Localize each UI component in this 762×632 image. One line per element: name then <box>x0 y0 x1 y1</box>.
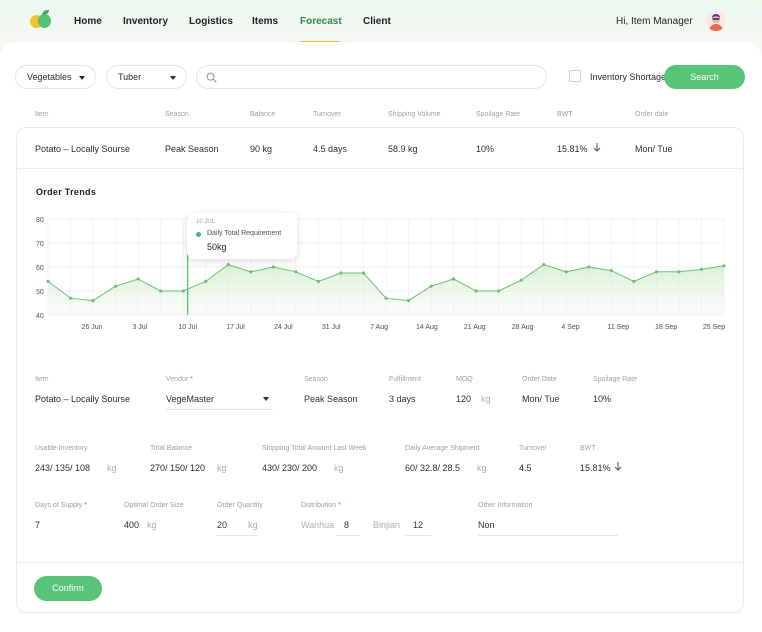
total-balance-unit: kg <box>217 463 227 473</box>
spoilage-rate-label: Spoilage Rate <box>593 376 637 383</box>
search-input[interactable] <box>223 70 533 84</box>
total-balance-label: Total Balance <box>150 445 193 452</box>
fulfillment-label: Fulfillment <box>389 376 421 383</box>
search-field[interactable] <box>196 65 547 89</box>
vendor-select-value[interactable]: VegeMaster <box>166 394 214 404</box>
distribution-binjian-input[interactable]: 12 <box>413 520 423 530</box>
item-value: Potato – Locally Sourse <box>35 394 131 404</box>
inventory-shortage-checkbox[interactable] <box>569 70 581 82</box>
nav-forecast[interactable]: Forecast <box>300 16 342 27</box>
total-balance-value: 270/ 150/ 120 <box>150 463 206 473</box>
app-logo[interactable] <box>30 10 52 30</box>
turnover-label: Turnover <box>519 445 547 452</box>
column-header-shipping-volume: Shipping Volume <box>388 111 441 118</box>
distribution-binjian-label: Binjian <box>373 520 401 530</box>
subcategory-select-value: Tuber <box>118 72 142 82</box>
nav-items[interactable]: Items <box>252 16 278 27</box>
column-header-turnover: Turnover <box>313 111 341 118</box>
search-icon <box>206 72 217 83</box>
usable-inventory-unit: kg <box>107 463 117 473</box>
spoilage-rate-value: 10% <box>593 394 612 404</box>
moq-unit: kg <box>481 394 491 404</box>
distribution-wanhua-label: Wanhua <box>301 520 335 530</box>
search-button[interactable]: Search <box>664 65 745 89</box>
days-of-supply-value: 7 <box>35 520 41 530</box>
bwt-label: BWT <box>580 445 596 452</box>
shipping-total-value: 430/ 230/ 200 <box>262 463 318 473</box>
chart-title: Order Trends <box>36 187 97 197</box>
row-spoilage-rate: 10% <box>476 144 495 154</box>
column-header-spoilage-rate: Spoilage Rate <box>476 111 520 118</box>
fulfillment-value: 3 days <box>389 394 416 404</box>
nav-logistics[interactable]: Logistics <box>189 16 233 27</box>
optimal-order-size-value: 400 <box>124 520 140 530</box>
chevron-down-icon <box>170 76 176 80</box>
usable-inventory-label: Usable Inventory <box>35 445 88 452</box>
distribution-binjian-field[interactable] <box>405 535 431 536</box>
chevron-down-icon <box>79 76 85 80</box>
order-quantity-field[interactable] <box>217 535 258 536</box>
order-date-value: Mon/ Tue <box>522 394 560 404</box>
row-item: Potato – Locally Sourse <box>35 144 131 154</box>
top-nav: Home Inventory Logistics Items Forecast … <box>0 0 762 44</box>
bwt-value: 15.81% <box>580 463 611 473</box>
distribution-label: Distribution * <box>301 502 341 509</box>
footer-divider <box>17 562 743 563</box>
row-turnover: 4.5 days <box>313 144 348 154</box>
other-information-field[interactable] <box>478 535 618 536</box>
distribution-wanhua-field[interactable] <box>336 535 360 536</box>
row-bwt: 15.81% <box>557 144 588 154</box>
shipping-total-unit: kg <box>334 463 344 473</box>
order-quantity-input[interactable]: 20 <box>217 520 227 530</box>
confirm-button[interactable]: Confirm <box>34 576 102 601</box>
daily-average-value: 60/ 32.8/ 28.5 <box>405 463 461 473</box>
chevron-down-icon[interactable] <box>263 397 269 401</box>
nav-home[interactable]: Home <box>74 16 102 27</box>
optimal-order-size-unit: kg <box>147 520 157 530</box>
row-order-date: Mon/ Tue <box>635 144 673 154</box>
order-date-label: Order Date <box>522 376 557 383</box>
other-information-label: Other Information <box>478 502 533 509</box>
user-greeting: Hi, Item Manager <box>616 16 693 27</box>
usable-inventory-value: 243/ 135/ 108 <box>35 463 91 473</box>
vendor-label: Vendor * <box>166 376 193 383</box>
subcategory-select[interactable]: Tuber <box>106 65 187 89</box>
order-quantity-label: Order Quantity <box>217 502 263 509</box>
turnover-value: 4.5 <box>519 463 532 473</box>
row-divider <box>17 168 743 169</box>
season-label: Season <box>304 376 328 383</box>
daily-average-label: Daily Average Shipment <box>405 445 480 452</box>
order-quantity-unit: kg <box>248 520 258 530</box>
row-shipping-volume: 58.9 kg <box>388 144 418 154</box>
expanded-item-card: Order Trends <box>16 127 744 613</box>
daily-average-unit: kg <box>477 463 487 473</box>
other-information-input[interactable]: Non <box>478 520 495 530</box>
column-header-balance: Balance <box>250 111 276 118</box>
user-avatar[interactable] <box>706 11 726 31</box>
category-select-value: Vegetables <box>27 72 72 82</box>
column-header-order-date: Order date <box>635 111 669 118</box>
inventory-shortage-label: Inventory Shortage <box>590 72 667 82</box>
row-balance: 90 kg <box>250 144 273 154</box>
category-select[interactable]: Vegetables <box>15 65 96 89</box>
vendor-select[interactable] <box>166 409 273 410</box>
row-season: Peak Season <box>165 144 219 154</box>
shipping-total-label: Shipping Total Amount Last Week <box>262 445 367 452</box>
days-of-supply-label: Days of Supply * <box>35 502 87 509</box>
moq-label: MOQ <box>456 376 473 383</box>
nav-client[interactable]: Client <box>363 16 391 27</box>
column-header-bwt: BWT <box>557 111 573 118</box>
logo-fruit-green <box>38 14 51 28</box>
optimal-order-size-label: Optimal Order Size <box>124 502 184 509</box>
item-label: Item <box>35 376 49 383</box>
moq-value: 120 <box>456 394 472 404</box>
column-header-season: Season <box>165 111 189 118</box>
arrow-down-icon <box>614 462 622 471</box>
arrow-down-icon <box>593 143 601 152</box>
column-header-item: Item <box>35 111 49 118</box>
season-value: Peak Season <box>304 394 358 404</box>
distribution-wanhua-input[interactable]: 8 <box>344 520 349 530</box>
nav-inventory[interactable]: Inventory <box>123 16 168 27</box>
avatar-icon <box>706 11 726 31</box>
